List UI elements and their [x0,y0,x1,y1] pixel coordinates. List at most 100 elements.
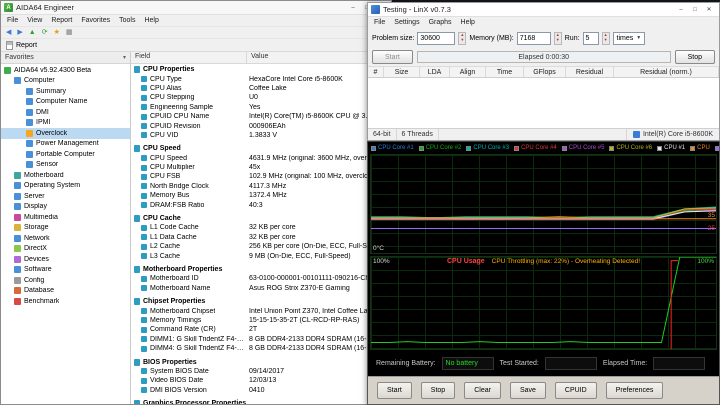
tree-item-label: Summary [36,87,66,95]
cpuid-button[interactable]: CPUID [554,382,597,399]
start-button[interactable]: Start [372,50,413,64]
field-label: Motherboard Chipset [150,307,216,315]
grid-column-time[interactable]: Time [486,67,524,77]
linx-app-icon [371,5,380,14]
grid-column-gflops[interactable]: GFlops [524,67,566,77]
aida-menu-file[interactable]: File [3,17,22,24]
grid-column-size[interactable]: Size [384,67,420,77]
stop-button[interactable]: Stop [674,50,715,64]
legend-checkbox [466,145,472,151]
linx-close-button[interactable]: ✕ [702,4,716,15]
property-row: L1 Data Cache 32 KB per core [131,233,391,242]
sidebar-item-config[interactable]: Config [1,275,130,286]
aida-menu-view[interactable]: View [23,17,46,24]
favorites-star-icon[interactable]: ★ [54,29,60,36]
panels-icon[interactable]: ▦ [66,29,73,36]
grid-column-lda[interactable]: LDA [420,67,450,77]
sidebar-item-portable-computer[interactable]: Portable Computer [1,149,130,160]
property-row: CPU Type HexaCore Intel Core i5-8600K [131,74,391,83]
save-button[interactable]: Save [509,382,546,399]
sidebar-item-computer[interactable]: Computer [1,76,130,87]
problem-size-input[interactable]: 30600 [417,31,456,45]
aida64-minimize-button[interactable]: – [346,2,360,13]
legend-label: CPU [697,145,710,151]
field-label: CPU Stepping [150,94,195,102]
field-label: North Bridge Clock [150,182,209,190]
field-label: L3 Cache [150,252,180,260]
preferences-button[interactable]: Preferences [605,382,664,399]
aida-menu-tools[interactable]: Tools [115,17,139,24]
legend-cpu[interactable]: CPU [690,145,710,151]
legend-cpu-core-2[interactable]: CPU Core #2 [418,145,461,151]
sidebar-item-network[interactable]: Network [1,233,130,244]
aida64-main: Favorites ▾ AIDA64 v5.92.4300 Beta Comput… [1,52,391,404]
sidebar-item-overclock[interactable]: Overclock [1,128,130,139]
legend-cpu-core-6[interactable]: CPU Core #6 [609,145,652,151]
forward-icon[interactable]: ▶ [17,29,22,36]
up-icon[interactable]: ▲ [29,29,36,36]
favorites-tab[interactable]: Favorites ▾ [1,52,130,64]
status-6-threads: 6 Threads [397,129,439,140]
sidebar-item-multimedia[interactable]: Multimedia [1,212,130,223]
field-label: Motherboard Name [150,284,211,292]
section-header: CPU Speed [131,144,391,153]
sidebar-item-directx[interactable]: DirectX [1,244,130,255]
sidebar-item-sensor[interactable]: Sensor [1,160,130,171]
aida-menu-help[interactable]: Help [140,17,162,24]
legend-cpu-1[interactable]: CPU #1 [657,145,685,151]
column-value[interactable]: Value [247,52,272,63]
sidebar-item-display[interactable]: Display [1,202,130,213]
problem-size-stepper[interactable]: ▲ ▼ [458,31,467,45]
sidebar-item-ipmi[interactable]: IPMI [1,118,130,129]
cpu-icon [632,131,640,138]
tree-item-label: Database [24,287,54,295]
grid-column-[interactable]: # [368,67,384,77]
legend-motherboard[interactable]: Motherboard [714,145,719,151]
sidebar-item-database[interactable]: Database [1,286,130,297]
sidebar-item-software[interactable]: Software [1,265,130,276]
sidebar-item-summary[interactable]: Summary [1,86,130,97]
linx-menu-help[interactable]: Help [457,19,479,26]
grid-column-residual[interactable]: Residual [566,67,614,77]
run-count-input[interactable]: 5 [582,31,599,45]
sidebar-item-devices[interactable]: Devices [1,254,130,265]
sidebar-item-storage[interactable]: Storage [1,223,130,234]
run-count-stepper[interactable]: ▲ ▼ [601,31,610,45]
grid-column-align[interactable]: Align [450,67,486,77]
run-units-dropdown[interactable]: times ▼ [612,31,646,45]
sidebar-item-benchmark[interactable]: Benchmark [1,296,130,307]
memory-input[interactable]: 7168 [516,31,551,45]
legend-cpu-core-5[interactable]: CPU Core #5 [561,145,604,151]
memory-stepper[interactable]: ▲ ▼ [553,31,562,45]
linx-menu-file[interactable]: File [370,19,389,26]
linx-menu-graphs[interactable]: Graphs [425,19,456,26]
property-field: CPUID CPU Name [131,113,247,120]
linx-minimize-button[interactable]: – [674,4,688,15]
sidebar-item-computer-name[interactable]: Computer Name [1,97,130,108]
field-label: DIMM1: G Skill TridentZ F4-3600C15-8GTZ [150,335,247,343]
aida-menu-report[interactable]: Report [47,17,76,24]
linx-maximize-button[interactable]: □ [688,4,702,15]
clear-button[interactable]: Clear [464,382,501,399]
field-icon [141,285,147,292]
linx-menu-settings[interactable]: Settings [390,19,423,26]
legend-cpu-core-3[interactable]: CPU Core #3 [466,145,509,151]
sidebar-item-power-management[interactable]: Power Management [1,139,130,150]
column-field[interactable]: Field [131,52,247,63]
stop-button[interactable]: Stop [420,382,456,399]
aida-menu-favorites[interactable]: Favorites [77,17,114,24]
back-icon[interactable]: ◀ [6,29,11,36]
sidebar-item-server[interactable]: Server [1,191,130,202]
start-button[interactable]: Start [377,382,412,399]
sidebar-item-dmi[interactable]: DMI [1,107,130,118]
refresh-icon[interactable]: ⟳ [42,29,48,36]
sidebar-item-aida64-v5-92-4300-beta[interactable]: AIDA64 v5.92.4300 Beta [1,65,130,76]
grid-column-residual-norm[interactable]: Residual (norm.) [614,67,719,77]
report-button[interactable]: Report [16,42,37,49]
field-label: DIMM4: G Skill TridentZ F4-3600C15-8GTZ [150,345,247,353]
sidebar-item-operating-system[interactable]: Operating System [1,181,130,192]
field-label: Video BIOS Date [150,377,204,385]
legend-cpu-core-1[interactable]: CPU Core #1 [371,145,414,151]
legend-cpu-core-4[interactable]: CPU Core #4 [514,145,557,151]
sidebar-item-motherboard[interactable]: Motherboard [1,170,130,181]
